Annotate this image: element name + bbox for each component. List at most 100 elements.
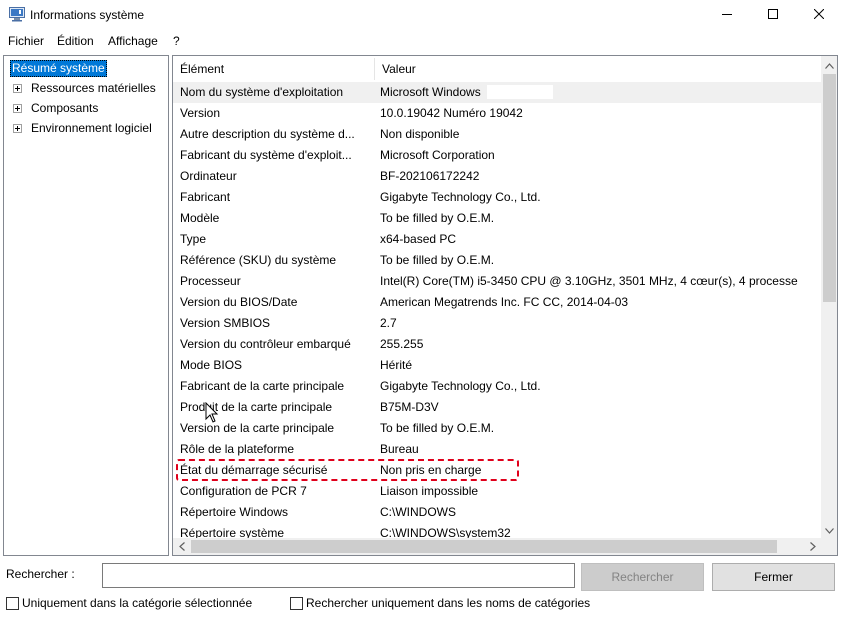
scrollbar-corner [821, 538, 837, 555]
horizontal-scroll-thumb[interactable] [191, 540, 777, 553]
checkbox-box[interactable] [290, 597, 303, 610]
cell-value-text: Gigabyte Technology Co., Ltd. [380, 190, 541, 204]
cell-element: Version du BIOS/Date [180, 295, 298, 309]
cell-element: Autre description du système d... [180, 127, 355, 141]
cell-value-text: Bureau [380, 442, 419, 456]
cell-element: Version du contrôleur embarqué [180, 337, 351, 351]
table-row[interactable]: Type x64-based PC [173, 229, 821, 250]
details-list[interactable]: Élément Valeur Nom du système d'exploita… [172, 55, 838, 556]
cell-value-text: Non pris en charge [380, 463, 482, 477]
cell-element: Modèle [180, 211, 220, 225]
table-row[interactable]: Version 10.0.19042 Numéro 19042 [173, 103, 821, 124]
cell-value-text: 10.0.19042 Numéro 19042 [380, 106, 523, 120]
cell-element: Version [180, 106, 221, 120]
table-row[interactable]: Version SMBIOS 2.7 [173, 313, 821, 334]
expand-plus-icon[interactable] [13, 124, 22, 133]
search-label: Rechercher : [6, 567, 75, 581]
cell-element: Type [180, 232, 207, 246]
table-row[interactable]: État du démarrage sécurisé Non pris en ch… [173, 460, 821, 481]
table-row[interactable]: Processeur Intel(R) Core(TM) i5-3450 CPU … [173, 271, 821, 292]
minimize-icon [722, 8, 732, 22]
table-row[interactable]: Mode BIOS Hérité [173, 355, 821, 376]
window-title: Informations système [30, 8, 145, 22]
cell-value-text: American Megatrends Inc. FC CC, 2014-04-… [380, 295, 629, 309]
expand-plus-icon[interactable] [13, 84, 22, 93]
column-header-value[interactable]: Valeur [375, 56, 821, 82]
table-row[interactable]: Version du contrôleur embarqué 255.255 [173, 334, 821, 355]
cell-element: État du démarrage sécurisé [180, 463, 328, 477]
cell-value: Bureau [380, 442, 821, 456]
close-button[interactable]: Fermer [712, 563, 835, 591]
cell-value-text: To be filled by O.E.M. [380, 211, 495, 225]
cell-value: Liaison impossible [380, 484, 821, 498]
search-button[interactable]: Rechercher [581, 563, 704, 591]
table-row[interactable]: Référence (SKU) du système To be filled b… [173, 250, 821, 271]
cell-value-text: C:\WINDOWS [380, 505, 456, 519]
scroll-down-button[interactable] [821, 521, 837, 538]
chevron-down-icon [825, 523, 834, 537]
vertical-scroll-thumb[interactable] [823, 74, 836, 302]
menu-fichier[interactable]: Fichier [8, 34, 44, 48]
tree-item-resume-systeme[interactable]: Résumé système [10, 60, 107, 77]
scroll-up-button[interactable] [821, 56, 837, 73]
cell-element: Ordinateur [180, 169, 237, 183]
cell-value: B75M-D3V [380, 400, 821, 414]
table-row[interactable]: Modèle To be filled by O.E.M. [173, 208, 821, 229]
cell-element: Fabricant [180, 190, 231, 204]
table-row[interactable]: Version du BIOS/Date American Megatrends … [173, 292, 821, 313]
cell-value-text: Microsoft Corporation [380, 148, 495, 162]
maximize-icon [768, 8, 778, 22]
cell-value-text: Intel(R) Core(TM) i5-3450 CPU @ 3.10GHz,… [380, 274, 798, 288]
cell-element: Processeur [180, 274, 241, 288]
table-row[interactable]: Nom du système d'exploitation Microsoft W… [173, 82, 821, 103]
table-row[interactable]: Fabricant de la carte principale Gigabyte… [173, 376, 821, 397]
checkbox-box[interactable] [6, 597, 19, 610]
maximize-button[interactable] [750, 0, 796, 30]
table-row[interactable]: Fabricant Gigabyte Technology Co., Ltd. [173, 187, 821, 208]
expand-plus-icon[interactable] [13, 104, 22, 113]
cell-value-text: x64-based PC [380, 232, 457, 246]
mouse-pointer-icon [205, 401, 219, 424]
cell-element: Fabricant du système d'exploit... [180, 148, 352, 162]
scroll-left-button[interactable] [173, 538, 190, 555]
cell-value: To be filled by O.E.M. [380, 253, 821, 267]
cell-value: 255.255 [380, 337, 821, 351]
table-row[interactable]: Configuration de PCR 7 Liaison impossible [173, 481, 821, 502]
scroll-right-button[interactable] [804, 538, 821, 555]
menu-help[interactable]: ? [173, 34, 180, 48]
cell-element: Répertoire système [180, 526, 285, 538]
vertical-scrollbar[interactable] [821, 56, 837, 538]
table-row[interactable]: Rôle de la plateforme Bureau [173, 439, 821, 460]
minimize-button[interactable] [704, 0, 750, 30]
cell-value-text: 255.255 [380, 337, 424, 351]
cell-element: Répertoire Windows [180, 505, 289, 519]
cell-value: American Megatrends Inc. FC CC, 2014-04-… [380, 295, 821, 309]
cell-element: Référence (SKU) du système [180, 253, 337, 267]
horizontal-scrollbar[interactable] [173, 538, 821, 555]
table-row[interactable]: Répertoire Windows C:\WINDOWS [173, 502, 821, 523]
cell-value: 2.7 [380, 316, 821, 330]
cell-value-text: Gigabyte Technology Co., Ltd. [380, 379, 541, 393]
menu-affichage[interactable]: Affichage [108, 34, 158, 48]
close-window-button[interactable] [796, 0, 842, 30]
cell-value: Gigabyte Technology Co., Ltd. [380, 190, 821, 204]
table-row[interactable]: Répertoire système C:\WINDOWS\system32 [173, 523, 821, 538]
cell-element: Mode BIOS [180, 358, 243, 372]
table-row[interactable]: Produit de la carte principale B75M-D3V [173, 397, 821, 418]
title-bar: Informations système [0, 0, 843, 30]
checkbox-label: Uniquement dans la catégorie sélectionné… [22, 596, 253, 610]
cell-value-text: B75M-D3V [380, 400, 439, 414]
table-row[interactable]: Ordinateur BF-202106172242 [173, 166, 821, 187]
cell-value: C:\WINDOWS [380, 505, 821, 519]
table-row[interactable]: Version de la carte principale To be fill… [173, 418, 821, 439]
table-row[interactable]: Autre description du système d... Non dis… [173, 124, 821, 145]
cell-element: Nom du système d'exploitation [180, 85, 344, 99]
search-input[interactable] [102, 563, 575, 588]
table-row[interactable]: Fabricant du système d'exploit... Microso… [173, 145, 821, 166]
column-header-element[interactable]: Élément [173, 56, 374, 82]
checkbox-label: Rechercher uniquement dans les noms de c… [306, 596, 591, 610]
redaction-mask [486, 85, 553, 99]
category-tree[interactable]: Résumé système Ressources matérielles Co… [3, 55, 169, 556]
cell-value: Gigabyte Technology Co., Ltd. [380, 379, 821, 393]
menu-edition[interactable]: Édition [57, 34, 94, 48]
